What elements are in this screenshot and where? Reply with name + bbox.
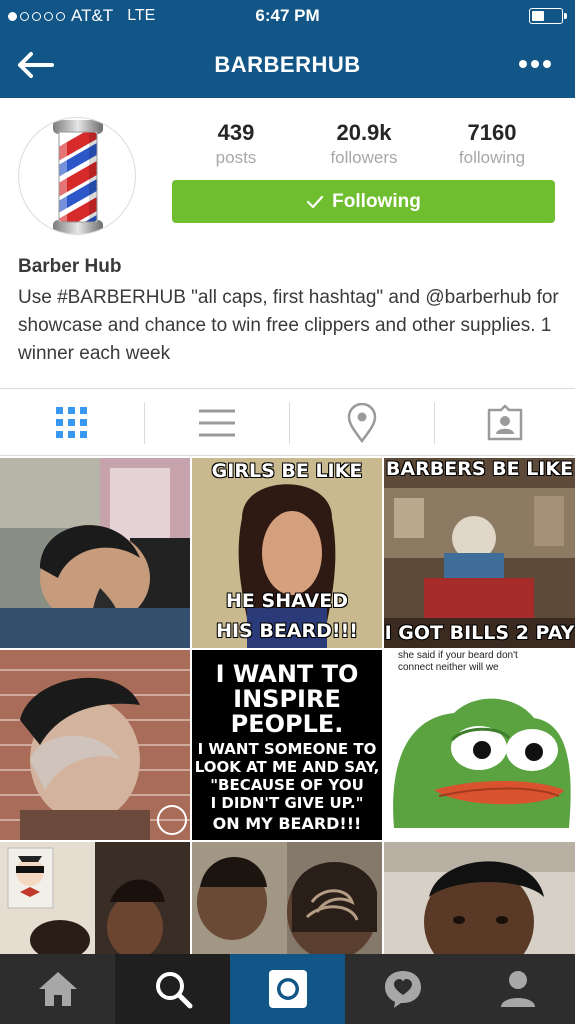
quote-line-1: I WANT TO — [215, 660, 359, 688]
posts-count[interactable]: 439 posts — [172, 120, 300, 168]
view-tabs — [0, 388, 575, 456]
tab-explore[interactable] — [115, 954, 230, 1024]
meme-top-text: BARBERS BE LIKE — [385, 458, 574, 480]
stat-value: 7160 — [467, 120, 517, 145]
stat-value: 20.9k — [336, 120, 392, 145]
grid-icon — [56, 407, 87, 438]
tab-home[interactable] — [0, 954, 115, 1024]
status-time: 6:47 PM — [255, 6, 320, 25]
post-thumbnail[interactable] — [192, 842, 382, 954]
quote-line-3: PEOPLE. — [230, 710, 344, 738]
tab-activity[interactable] — [345, 954, 460, 1024]
tab-list-view[interactable] — [145, 389, 289, 457]
post-thumbnail[interactable]: GIRLS BE LIKE HE SHAVED HIS BEARD!!! — [192, 458, 382, 648]
nav-bar: BARBERHUB — [0, 32, 575, 98]
meme-top-text: GIRLS BE LIKE — [211, 460, 363, 482]
post-thumbnail[interactable] — [0, 842, 190, 954]
quote-line-5: LOOK AT ME AND SAY, — [194, 758, 380, 776]
stat-label: followers — [330, 148, 398, 167]
more-dots-icon — [519, 60, 527, 68]
meme-bottom-text-2: HIS BEARD!!! — [216, 620, 358, 642]
post-thumbnail[interactable]: I WANT TO INSPIRE PEOPLE. I WANT SOMEONE… — [192, 650, 382, 840]
stat-value: 439 — [217, 120, 255, 145]
profile-stats: 439 posts 20.9k followers 7160 following — [172, 120, 556, 168]
tab-profile[interactable] — [460, 954, 575, 1024]
stat-label: posts — [215, 148, 257, 167]
quote-line-2: INSPIRE — [233, 685, 341, 713]
meme-bottom-text: I GOT BILLS 2 PAY — [384, 622, 575, 644]
meme-caption-line-1: she said if your beard don't — [398, 650, 518, 661]
tab-grid-view[interactable] — [0, 389, 144, 457]
meme-bottom-text-1: HE SHAVED — [226, 590, 348, 612]
barber-pole-icon — [53, 120, 103, 234]
barber-fade-photo — [0, 458, 190, 648]
profile-icon — [500, 971, 535, 1007]
list-icon — [199, 409, 235, 437]
avatar[interactable] — [18, 117, 136, 235]
hair-design-photo — [192, 842, 382, 954]
barbers-be-like-meme-image — [384, 458, 575, 648]
quote-line-8: ON MY BEARD!!! — [212, 814, 362, 833]
tab-map-view[interactable] — [290, 389, 434, 457]
fresh-haircut-photo — [384, 842, 575, 954]
profile-bio: Barber Hub Use #BARBERHUB "all caps, fir… — [18, 256, 563, 368]
bottom-tab-bar — [0, 954, 575, 1024]
status-bar: AT&T LTE 6:47 PM — [0, 0, 575, 32]
stat-label: following — [458, 148, 526, 167]
followers-count[interactable]: 20.9k followers — [300, 120, 428, 168]
battery-icon — [529, 8, 567, 24]
meme-caption: she said if your beard don't connect nei… — [398, 650, 568, 674]
checkmark-icon — [307, 195, 324, 208]
camera-icon — [268, 970, 307, 1008]
tab-tagged-view[interactable] — [435, 389, 575, 457]
tagged-photos-icon — [487, 404, 523, 441]
following-button[interactable]: Following — [172, 180, 555, 223]
quote-line-4: I WANT SOMEONE TO — [197, 740, 377, 758]
post-thumbnail[interactable] — [0, 458, 190, 648]
location-pin-icon — [347, 403, 377, 443]
quote-line-6: "BECAUSE OF YOU — [210, 776, 364, 794]
following-button-label: Following — [332, 190, 421, 212]
bio-text: Use #BARBERHUB "all caps, first hashtag"… — [18, 287, 559, 364]
post-thumbnail[interactable]: she said if your beard don't connect nei… — [384, 650, 575, 840]
post-thumbnail[interactable]: BARBERS BE LIKE I GOT BILLS 2 PAY — [384, 458, 575, 648]
page-title: BARBERHUB — [214, 52, 361, 77]
activity-heart-icon — [384, 971, 421, 1008]
meme-caption-line-2: connect neither will we — [398, 662, 499, 673]
posts-grid: GIRLS BE LIKE HE SHAVED HIS BEARD!!! BAR… — [0, 458, 575, 954]
home-icon — [38, 972, 77, 1006]
following-count[interactable]: 7160 following — [428, 120, 556, 168]
undercut-hairstyle-photo — [0, 650, 190, 840]
barbershop-collage-photo — [0, 842, 190, 954]
tab-camera[interactable] — [230, 954, 345, 1024]
profile-name: Barber Hub — [18, 256, 122, 277]
quote-line-7: I DIDN'T GIVE UP." — [210, 794, 364, 812]
more-options-button[interactable] — [519, 56, 553, 72]
post-thumbnail[interactable] — [0, 650, 190, 840]
sad-frog-meme-image — [384, 678, 575, 840]
post-thumbnail[interactable] — [384, 842, 575, 954]
search-icon — [155, 972, 192, 1009]
